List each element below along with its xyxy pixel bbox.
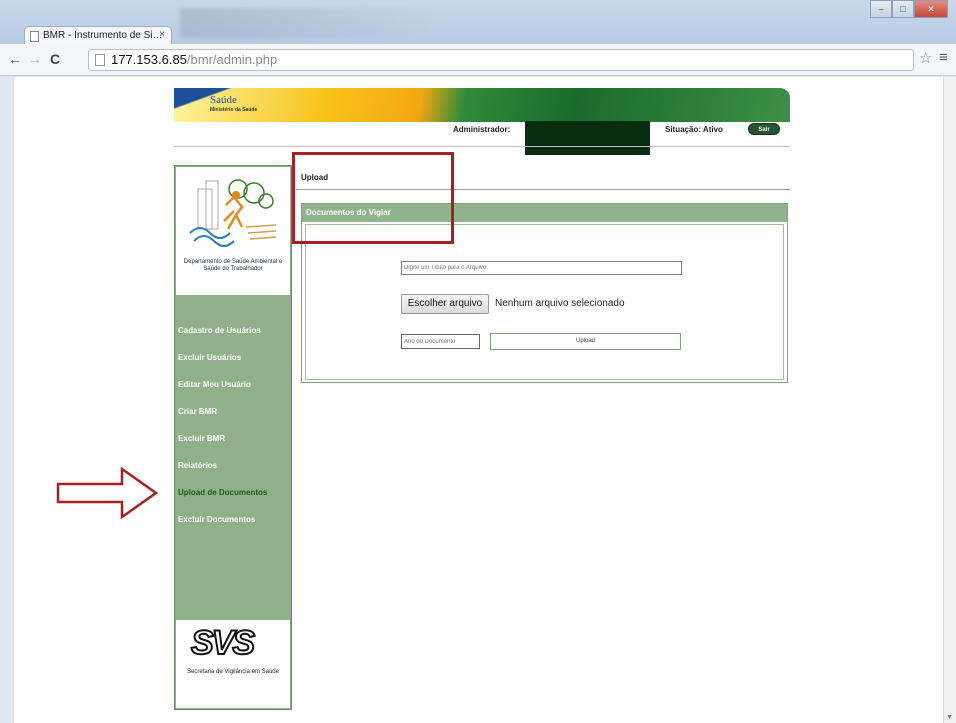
site-banner xyxy=(174,88,790,122)
status-label: Situação: Ativo xyxy=(665,125,723,134)
reload-icon[interactable]: C xyxy=(50,51,60,67)
address-bar[interactable]: 177.153.6.85/bmr/admin.php xyxy=(88,49,914,71)
forward-icon[interactable]: → xyxy=(28,51,42,67)
sidebar-item-relatorios[interactable]: Relatórios xyxy=(176,461,290,488)
logo-subtitle: Ministério da Saúde xyxy=(210,107,258,113)
back-icon[interactable]: ← xyxy=(8,51,22,67)
page-icon xyxy=(95,54,105,66)
sidebar-item-excluir-usuarios[interactable]: Excluir Usuários xyxy=(176,353,290,380)
sidebar-item-cadastro-usuarios[interactable]: Cadastro de Usuários xyxy=(176,326,290,353)
upload-button[interactable]: Upload xyxy=(490,333,681,350)
sidebar-item-criar-bmr[interactable]: Criar BMR xyxy=(176,407,290,434)
browser-menu-icon[interactable]: ≡ xyxy=(939,49,948,66)
sidebar-menu: Cadastro de Usuários Excluir Usuários Ed… xyxy=(176,326,290,542)
browser-toolbar: ← → C 177.153.6.85/bmr/admin.php ☆ ≡ xyxy=(0,44,956,76)
admin-label: Administrador: xyxy=(453,125,511,134)
sidebar-item-excluir-documentos[interactable]: Excluir Documentos xyxy=(176,515,290,542)
url-host: 177.153.6.85 xyxy=(111,52,187,67)
browser-tab[interactable]: BMR - Instrumento de Si… × xyxy=(24,26,172,45)
sidebar-item-excluir-bmr[interactable]: Excluir BMR xyxy=(176,434,290,461)
svs-label: Secretaria de Vigilância em Saúde xyxy=(187,669,279,675)
file-title-input[interactable] xyxy=(401,261,682,275)
file-status-text: Nenhum arquivo selecionado xyxy=(495,298,625,309)
minimize-button[interactable]: – xyxy=(870,0,892,18)
svs-logo: SVS xyxy=(190,623,256,663)
department-logo-box xyxy=(176,167,290,295)
logout-button[interactable]: Sair xyxy=(748,123,780,135)
header-divider xyxy=(174,146,790,147)
tab-title: BMR - Instrumento de Si… xyxy=(43,30,163,41)
annotation-arrow-icon xyxy=(56,466,159,520)
page-icon xyxy=(30,31,39,42)
department-logo-icon xyxy=(189,179,277,247)
maximize-button[interactable]: □ xyxy=(892,0,914,18)
logo-title: Saúde xyxy=(210,94,237,106)
sidebar-item-editar-usuario[interactable]: Editar Meu Usuário xyxy=(176,380,290,407)
page-viewport xyxy=(14,77,943,723)
department-label: Departamento de Saúde Ambiental e Saúde … xyxy=(183,259,283,272)
tab-close-icon[interactable]: × xyxy=(159,29,165,40)
bookmark-star-icon[interactable]: ☆ xyxy=(919,49,932,67)
url-path: /bmr/admin.php xyxy=(186,52,278,67)
redacted-username xyxy=(525,121,650,155)
sidebar-item-upload-documentos[interactable]: Upload de Documentos xyxy=(176,488,290,515)
close-window-button[interactable]: ✕ xyxy=(914,0,948,18)
highlight-box xyxy=(292,152,454,244)
choose-file-button[interactable]: Escolher arquivo xyxy=(401,294,489,314)
window-controls: – □ ✕ xyxy=(870,0,948,20)
vertical-scrollbar[interactable]: ▼ xyxy=(943,77,956,723)
blurred-tabs xyxy=(180,8,440,38)
document-year-input[interactable] xyxy=(401,334,480,349)
